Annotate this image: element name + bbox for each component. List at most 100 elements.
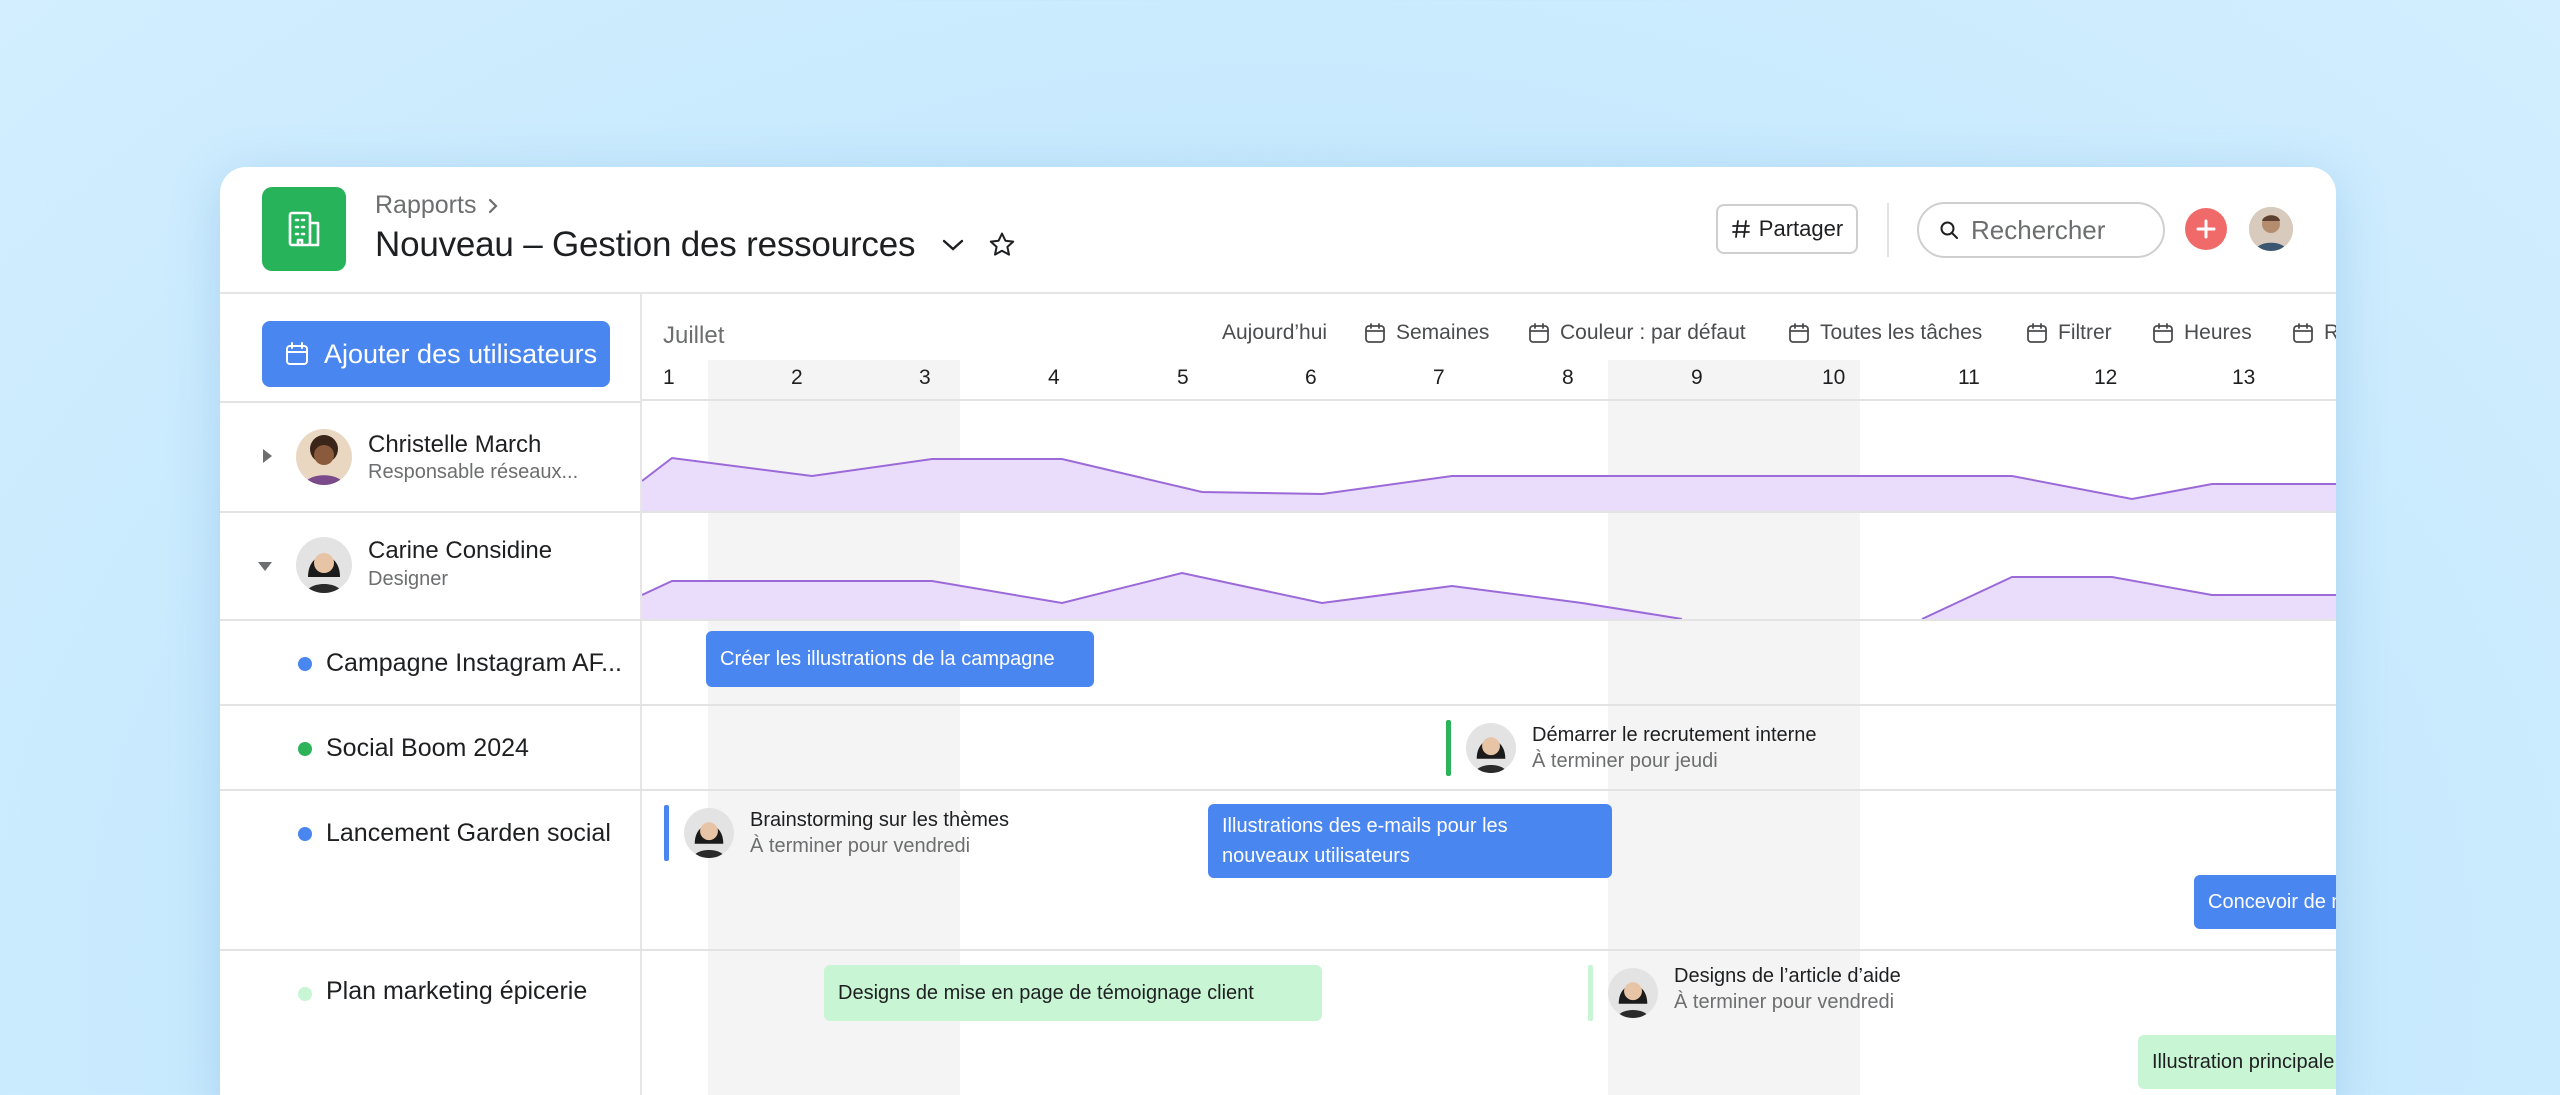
day-label: 4 xyxy=(1048,366,1060,389)
workload-button[interactable]: Répartition du travail xyxy=(2292,321,2336,345)
project-row[interactable]: Social Boom 2024 xyxy=(220,704,642,789)
caret-right-icon[interactable] xyxy=(260,447,274,465)
person-name: Carine Considine xyxy=(368,537,553,564)
weeks-button[interactable]: Semaines xyxy=(1364,321,1489,345)
milestone[interactable]: Brainstorming sur les thèmes À terminer … xyxy=(664,805,1064,861)
day-label: 11 xyxy=(1958,366,1980,389)
project-timeline-row: Démarrer le recrutement interne À termin… xyxy=(642,704,2336,789)
color-label: Couleur : par défaut xyxy=(1560,321,1746,344)
calendar-icon xyxy=(2027,323,2047,343)
person-row[interactable]: Carine Considine Designer xyxy=(220,511,642,619)
filter-button[interactable]: Filtrer xyxy=(2026,321,2112,345)
timeline: Juillet Aujourd’hui Semaines Couleur : p… xyxy=(642,294,2336,1095)
task-bar[interactable]: Créer les illustrations de la campagne xyxy=(706,631,1094,687)
person-name: Christelle March xyxy=(368,431,542,458)
plus-icon xyxy=(2196,219,2216,239)
calendar-icon xyxy=(2153,323,2173,343)
project-label: Campagne Instagram AF... xyxy=(326,649,622,677)
project-row[interactable]: Campagne Instagram AF... xyxy=(220,619,642,704)
breadcrumb-reports[interactable]: Rapports xyxy=(375,191,476,220)
milestone[interactable]: Designs de l’article d’aide À terminer p… xyxy=(1588,965,1988,1021)
day-label: 7 xyxy=(1433,366,1445,389)
caret-down-icon[interactable] xyxy=(256,559,274,573)
building-icon xyxy=(262,187,346,271)
avatar xyxy=(1608,968,1658,1018)
day-label: 6 xyxy=(1305,366,1317,389)
day-label: 10 xyxy=(1822,366,1846,389)
today-button[interactable]: Aujourd’hui xyxy=(1222,321,1327,345)
workload-graph xyxy=(642,571,2336,620)
resource-list: Ajouter des utilisateurs Christelle Marc… xyxy=(220,294,642,1095)
milestone-due: À terminer pour vendredi xyxy=(1674,991,1895,1013)
workload-graph xyxy=(642,456,2336,511)
workload-row xyxy=(642,401,2336,511)
hours-button[interactable]: Heures xyxy=(2152,321,2252,345)
avatar xyxy=(296,429,352,485)
avatar[interactable] xyxy=(2249,207,2293,251)
page-title: Nouveau – Gestion des ressources xyxy=(375,225,916,264)
chevron-right-icon xyxy=(489,198,499,213)
project-row[interactable]: Plan marketing épicerie xyxy=(220,949,642,1095)
workload-label: Répartition du travail xyxy=(2324,321,2336,344)
day-label: 1 xyxy=(663,366,675,389)
page-header: Rapports Nouveau – Gestion des ressource… xyxy=(220,167,2336,294)
today-label: Aujourd’hui xyxy=(1222,321,1328,344)
breadcrumb[interactable]: Rapports xyxy=(375,191,500,220)
search-input[interactable]: Rechercher xyxy=(1917,202,2165,258)
project-timeline-row: Designs de mise en page de témoignage cl… xyxy=(642,949,2336,1095)
project-label: Social Boom 2024 xyxy=(326,734,529,762)
project-label: Plan marketing épicerie xyxy=(326,977,588,1005)
share-label: Partager xyxy=(1758,216,1844,241)
search-placeholder: Rechercher xyxy=(1971,214,2106,245)
day-label: 13 xyxy=(2232,366,2256,389)
milestone-bar xyxy=(1588,965,1593,1021)
weeks-label: Semaines xyxy=(1396,321,1490,344)
add-users-button[interactable]: Ajouter des utilisateurs xyxy=(262,321,610,387)
project-label: Lancement Garden social xyxy=(326,819,611,847)
person-role: Designer xyxy=(368,568,449,590)
all-tasks-label: Toutes les tâches xyxy=(1820,321,1983,344)
task-line: nouveaux utilisateurs xyxy=(1222,845,1410,867)
filter-label: Filtrer xyxy=(2058,321,2112,344)
milestone-title: Démarrer le recrutement interne xyxy=(1532,724,1817,746)
project-row[interactable]: Lancement Garden social xyxy=(220,789,642,949)
hash-icon xyxy=(1731,220,1750,238)
milestone-title: Brainstorming sur les thèmes xyxy=(750,809,1009,831)
color-button[interactable]: Couleur : par défaut xyxy=(1528,321,1746,345)
project-color-dot xyxy=(298,827,312,841)
project-timeline-row: Brainstorming sur les thèmes À terminer … xyxy=(642,789,2336,949)
chevron-down-icon[interactable] xyxy=(939,231,967,259)
task-bar[interactable]: Concevoir de nouvelles illustrations xyxy=(2194,875,2336,929)
share-button[interactable]: Partager xyxy=(1716,204,1858,254)
milestone[interactable]: Démarrer le recrutement interne À termin… xyxy=(1446,720,1866,776)
milestone-bar xyxy=(664,805,669,861)
calendar-icon xyxy=(2293,323,2313,343)
add-button[interactable] xyxy=(2185,208,2227,250)
search-icon xyxy=(1940,221,1958,239)
timeline-header: Juillet Aujourd’hui Semaines Couleur : p… xyxy=(642,294,2336,401)
milestone-bar xyxy=(1446,720,1451,776)
star-icon[interactable] xyxy=(987,230,1017,260)
milestone-due: À terminer pour vendredi xyxy=(750,835,971,857)
task-bar[interactable]: Designs de mise en page de témoignage cl… xyxy=(824,965,1322,1021)
workload-row xyxy=(642,511,2336,620)
avatar xyxy=(296,537,352,593)
project-timeline-row: Créer les illustrations de la campagne xyxy=(642,619,2336,704)
project-color-dot xyxy=(298,742,312,756)
milestone-title: Designs de l’article d’aide xyxy=(1674,965,1901,987)
add-users-label: Ajouter des utilisateurs xyxy=(324,338,598,369)
milestone-due: À terminer pour jeudi xyxy=(1532,750,1718,772)
person-role: Responsable réseaux... xyxy=(368,461,579,483)
day-label: 3 xyxy=(919,366,931,389)
calendar-icon xyxy=(1365,323,1385,343)
calendar-icon xyxy=(1529,323,1549,343)
calendar-icon xyxy=(286,342,308,365)
all-tasks-button[interactable]: Toutes les tâches xyxy=(1788,321,1982,345)
task-bar[interactable]: Illustrations des e-mails pour les nouve… xyxy=(1208,804,1612,878)
day-label: 5 xyxy=(1177,366,1189,389)
divider xyxy=(1887,203,1889,257)
task-bar[interactable]: Illustration principale du blog xyxy=(2138,1035,2336,1089)
person-row[interactable]: Christelle March Responsable réseaux... xyxy=(220,401,642,511)
day-label: 2 xyxy=(791,366,803,389)
avatar xyxy=(1466,723,1516,773)
